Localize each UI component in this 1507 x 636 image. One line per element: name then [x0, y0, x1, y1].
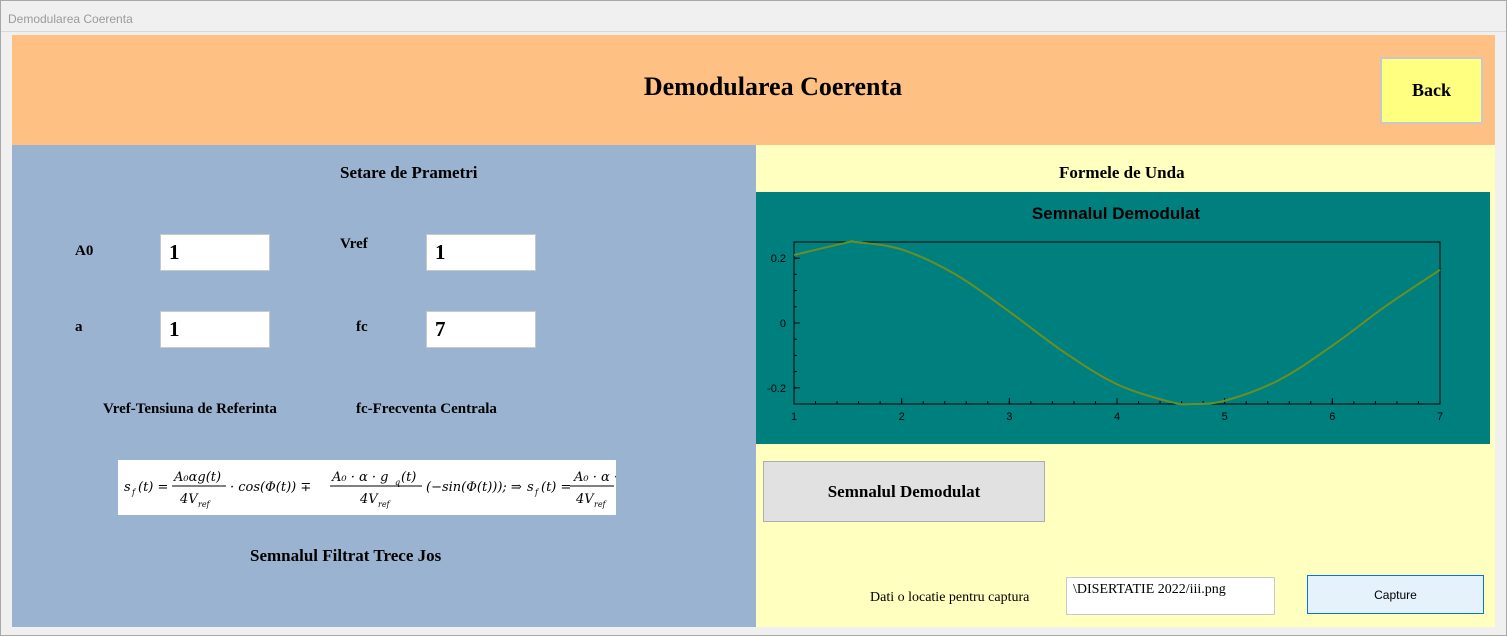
svg-text:A₀ · α · g(t): A₀ · α · g(t) — [573, 470, 616, 485]
capture-location-label: Dati o locatie pentru captura — [870, 590, 1030, 605]
a0-input[interactable] — [160, 234, 270, 271]
chart-container: Semnalul Demodulat 1 2 3 4 5 6 7 -0.2 0 0.2 — [756, 192, 1490, 444]
x-tick-label: 4 — [1114, 411, 1120, 423]
svg-text:s: s — [527, 480, 534, 495]
svg-text:(t) =: (t) = — [541, 480, 571, 495]
svg-text:s: s — [124, 480, 131, 495]
svg-text:4V: 4V — [179, 492, 199, 507]
svg-text:A₀αg(t): A₀αg(t) — [173, 470, 221, 485]
window-title: Demodularea Coerenta — [8, 12, 133, 26]
fc-label: fc — [356, 319, 368, 335]
svg-text:(−sin(Φ(t))); ⇒: (−sin(Φ(t))); ⇒ — [426, 480, 522, 495]
y-tick-label: 0 — [780, 318, 786, 330]
parameters-title: Setare de Prametri — [340, 163, 478, 182]
capture-button[interactable]: Capture — [1307, 575, 1484, 614]
fc-note: fc-Frecventa Centrala — [356, 401, 497, 417]
capture-path-input[interactable]: \DISERTATIE 2022/iii.png — [1066, 577, 1275, 615]
svg-text:ref: ref — [198, 500, 212, 509]
svg-text:(t): (t) — [401, 470, 416, 485]
vref-note: Vref-Tensiuna de Referinta — [103, 401, 277, 417]
x-tick-label: 2 — [899, 411, 905, 423]
header-panel: Demodularea Coerenta Back — [12, 35, 1495, 145]
svg-text:f: f — [131, 488, 137, 497]
fc-input[interactable] — [426, 311, 536, 348]
series-line — [793, 239, 1441, 406]
x-tick-label: 3 — [1006, 411, 1012, 423]
svg-text:f: f — [534, 488, 540, 497]
svg-text:· cos(Φ(t)) ∓: · cos(Φ(t)) ∓ — [230, 480, 311, 495]
svg-text:(t) =: (t) = — [138, 480, 168, 495]
x-tick-label: 7 — [1437, 411, 1443, 423]
y-tick-label: 0.2 — [771, 253, 786, 265]
formula-graphic: s f (t) = A₀αg(t) 4V ref · cos(Φ(t)) ∓ A… — [124, 470, 616, 509]
svg-text:ref: ref — [594, 500, 608, 509]
formula-image: s f (t) = A₀αg(t) 4V ref · cos(Φ(t)) ∓ A… — [118, 460, 616, 515]
a-input[interactable] — [160, 311, 270, 348]
svg-text:4V: 4V — [575, 492, 595, 507]
filter-title: Semnalul Filtrat Trece Jos — [250, 546, 442, 565]
page-title: Demodularea Coerenta — [643, 72, 903, 101]
back-button[interactable]: Back — [1380, 57, 1483, 124]
a0-label: A0 — [75, 243, 94, 259]
y-tick-label: -0.2 — [767, 383, 786, 395]
plot-frame — [793, 241, 1441, 405]
vref-label: Vref — [340, 236, 368, 252]
waveforms-title: Formele de Unda — [1059, 163, 1185, 182]
x-tick-label: 5 — [1222, 411, 1228, 423]
svg-text:A₀ · α · g: A₀ · α · g — [331, 470, 389, 485]
demodulated-signal-chart: 1 2 3 4 5 6 7 -0.2 0 0.2 — [767, 239, 1443, 423]
window-titlebar: Demodularea Coerenta — [0, 0, 1507, 32]
a-label: a — [75, 319, 83, 335]
x-tick-label: 6 — [1329, 411, 1335, 423]
svg-text:ref: ref — [378, 500, 392, 509]
x-tick-label: 1 — [791, 411, 797, 423]
demodulated-signal-button[interactable]: Semnalul Demodulat — [763, 461, 1045, 522]
waveforms-panel: Formele de Unda Semnalul Demodulat 1 2 3 4 5… — [756, 145, 1495, 627]
parameters-panel: Setare de Prametri A0 Vref a fc Vref-Ten… — [12, 145, 756, 627]
svg-text:4V: 4V — [359, 492, 379, 507]
vref-input[interactable] — [426, 234, 536, 271]
